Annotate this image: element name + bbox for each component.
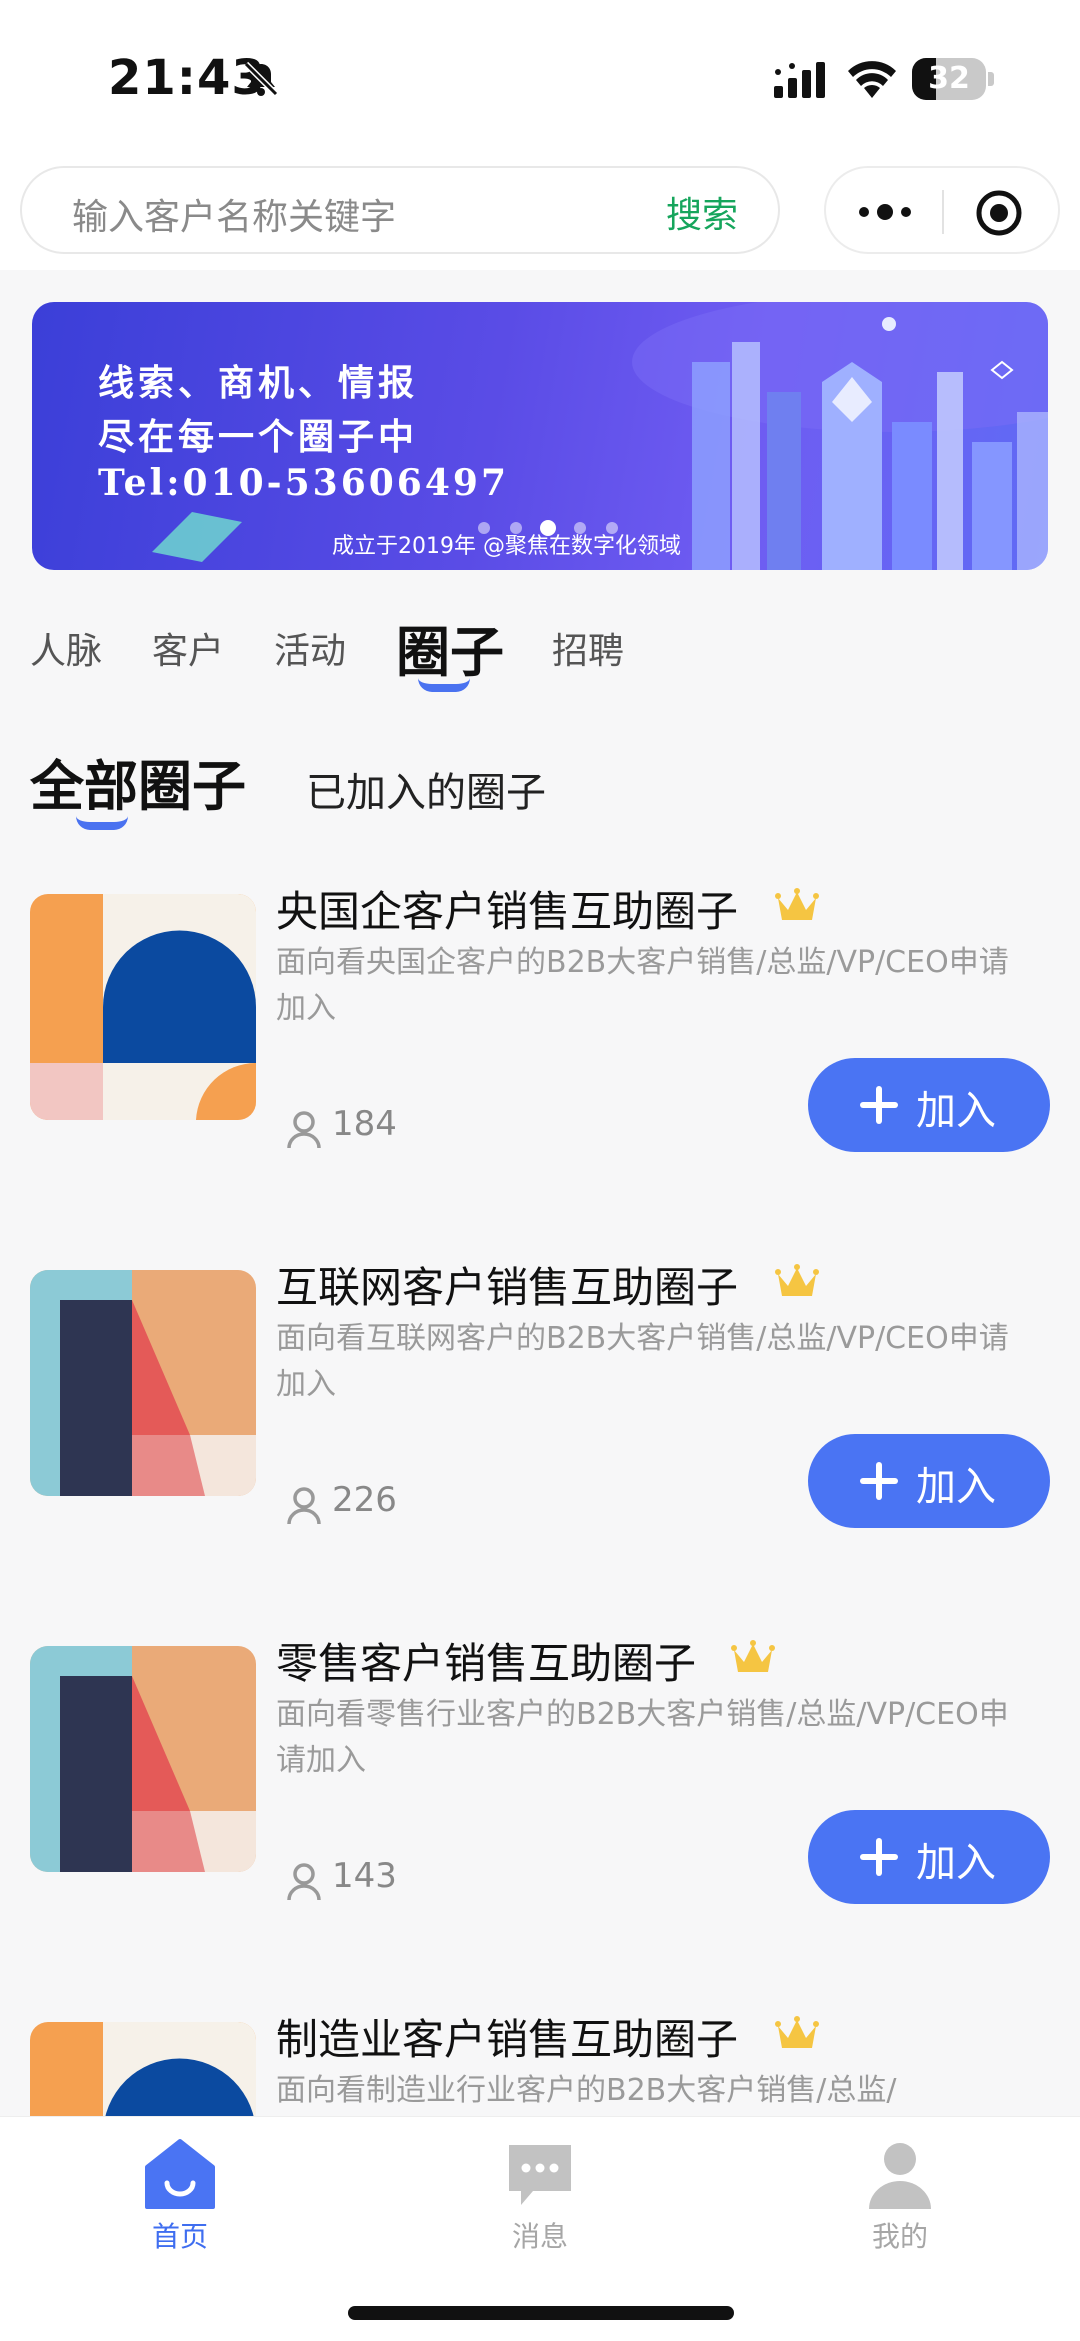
join-label: 加入: [916, 1464, 996, 1510]
member-count: 184: [332, 1104, 397, 1144]
search-button[interactable]: 搜索: [666, 186, 738, 238]
join-button[interactable]: 加入: [808, 1434, 1050, 1528]
active-subtab-indicator: [76, 816, 128, 830]
circle-card[interactable]: 零售客户销售互助圈子 面向看零售行业客户的B2B大客户销售/总监/VP/CEO申…: [0, 1639, 1080, 2022]
user-icon: [869, 2143, 931, 2209]
message-icon: [509, 2145, 571, 2205]
tab-circles[interactable]: 圈子: [396, 608, 504, 687]
nav-home-label: 首页: [151, 2220, 208, 2253]
circle-thumbnail: [30, 894, 256, 1120]
wifi-icon: [848, 61, 896, 98]
nav-profile[interactable]: 我的: [800, 2137, 1000, 2255]
capsule-divider: [942, 190, 944, 234]
search-header: 输入客户名称关键字 搜索: [0, 150, 1080, 270]
home-icon: [145, 2139, 215, 2209]
tab-jobs[interactable]: 招聘: [552, 622, 624, 674]
subtab-all-circles[interactable]: 全部圈子: [30, 742, 246, 821]
member-icon: [287, 1111, 321, 1149]
nav-messages[interactable]: 消息: [440, 2137, 640, 2255]
banner-headline-1: 线索、商机、情报: [98, 362, 419, 404]
circle-title: 制造业客户销售互助圈子: [276, 2015, 739, 2064]
circle-title: 零售客户销售互助圈子: [276, 1639, 697, 1688]
member-icon: [287, 1863, 321, 1901]
join-button[interactable]: 加入: [808, 1058, 1050, 1152]
battery-level-text: 32: [928, 61, 970, 96]
battery-cap: [988, 72, 994, 86]
crown-icon: [731, 1640, 775, 1672]
status-bar: 21:43 32: [0, 0, 1080, 150]
tab-customers[interactable]: 客户: [152, 622, 224, 674]
crown-icon: [775, 888, 819, 920]
banner-phone: Tel:010-53606497: [98, 462, 510, 504]
circle-thumbnail: [30, 1646, 256, 1872]
mini-program-capsule: [824, 166, 1060, 254]
member-icon: [287, 1487, 321, 1525]
member-count: 226: [332, 1480, 397, 1520]
close-target-icon[interactable]: [974, 188, 1024, 238]
circle-title: 央国企客户销售互助圈子: [276, 887, 739, 936]
tab-contacts[interactable]: 人脉: [30, 622, 102, 674]
circle-thumbnail: [30, 1270, 256, 1496]
nav-messages-label: 消息: [511, 2220, 568, 2253]
join-label: 加入: [916, 1840, 996, 1886]
plus-icon: [860, 1462, 898, 1500]
home-indicator: [348, 2306, 734, 2320]
promo-banner[interactable]: 线索、商机、情报 尽在每一个圈子中 Tel:010-53606497 成立于20…: [32, 302, 1048, 570]
circle-description: 面向看央国企客户的B2B大客户销售/总监/VP/CEO申请加入: [276, 945, 1009, 1026]
circle-card[interactable]: 央国企客户销售互助圈子 面向看央国企客户的B2B大客户销售/总监/VP/CEO申…: [0, 887, 1080, 1270]
plus-icon: [860, 1838, 898, 1876]
circle-description: 面向看制造业行业客户的B2B大客户销售/总监/: [276, 2073, 897, 2108]
search-input[interactable]: 输入客户名称关键字 搜索: [20, 166, 780, 254]
flag-decoration: [152, 512, 242, 562]
more-icon[interactable]: [856, 194, 914, 230]
join-label: 加入: [916, 1088, 996, 1134]
join-button[interactable]: 加入: [808, 1810, 1050, 1904]
battery-indicator: 32: [912, 58, 986, 100]
banner-headline-2: 尽在每一个圈子中: [98, 416, 419, 458]
subtab-joined-circles[interactable]: 已加入的圈子: [306, 760, 546, 818]
signal-icon: [774, 62, 825, 98]
circle-card[interactable]: 互联网客户销售互助圈子 面向看互联网客户的B2B大客户销售/总监/VP/CEO申…: [0, 1263, 1080, 1646]
bell-muted-icon: [243, 61, 279, 97]
banner-caption: 成立于2019年 @聚焦在数字化领域: [332, 534, 681, 559]
member-count: 143: [332, 1856, 397, 1896]
nav-profile-label: 我的: [871, 2220, 928, 2253]
search-placeholder: 输入客户名称关键字: [72, 197, 397, 238]
plus-icon: [860, 1086, 898, 1124]
circle-description: 面向看互联网客户的B2B大客户销售/总监/VP/CEO申请加入: [276, 1321, 1009, 1402]
crown-icon: [775, 2016, 819, 2048]
circle-description: 面向看零售行业客户的B2B大客户销售/总监/VP/CEO申请加入: [276, 1697, 1009, 1778]
circle-title: 互联网客户销售互助圈子: [276, 1263, 739, 1312]
tab-events[interactable]: 活动: [274, 622, 346, 674]
active-tab-indicator: [418, 678, 470, 692]
crown-icon: [775, 1264, 819, 1296]
nav-home[interactable]: 首页: [80, 2137, 280, 2255]
